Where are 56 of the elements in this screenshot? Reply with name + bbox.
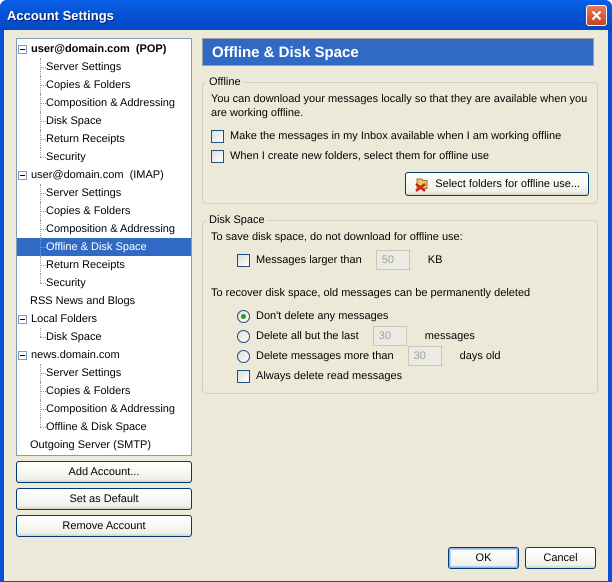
account-button[interactable]: Remove Account xyxy=(16,515,192,537)
tree-item[interactable]: Offline & Disk Space xyxy=(17,418,191,436)
window-title: Account Settings xyxy=(7,8,114,22)
tree-item[interactable]: Copies & Folders xyxy=(17,382,191,400)
tree-item[interactable]: Security xyxy=(17,274,191,292)
option-label: Don't delete any messages xyxy=(256,310,388,322)
tree-item[interactable]: Offline & Disk Space xyxy=(17,238,191,256)
group-legend: Offline xyxy=(206,76,244,88)
dialog-button[interactable]: OK xyxy=(448,547,519,569)
option-label: Delete messages more than xyxy=(256,350,394,362)
tree-item[interactable]: Disk Space xyxy=(17,112,191,130)
unit-label: KB xyxy=(428,254,442,266)
instruction-text: To recover disk space, old messages can be permanently deleted xyxy=(211,286,532,300)
tree-item[interactable]: Server Settings xyxy=(17,184,191,202)
checkbox[interactable] xyxy=(211,150,224,162)
dialog-button[interactable]: Cancel xyxy=(525,547,596,569)
collapse-icon[interactable] xyxy=(18,314,27,324)
radio-button[interactable] xyxy=(237,310,250,322)
collapse-icon[interactable] xyxy=(18,350,27,360)
panel-header: Offline & Disk Space xyxy=(202,38,594,66)
tree-item[interactable]: Local Folders xyxy=(17,310,191,328)
account-button[interactable]: Add Account... xyxy=(16,461,192,483)
option-label: Always delete read messages xyxy=(256,370,402,382)
unit-label: days old xyxy=(460,350,501,362)
folder-cross-icon xyxy=(414,176,430,192)
tree-item[interactable]: Copies & Folders xyxy=(17,202,191,220)
account-button[interactable]: Set as Default xyxy=(16,488,192,510)
tree-item[interactable]: Disk Space xyxy=(17,328,191,346)
tree-item[interactable]: Server Settings xyxy=(17,364,191,382)
tree-item[interactable]: Outgoing Server (SMTP) xyxy=(17,436,191,454)
checkbox-label: Messages larger than xyxy=(256,254,362,266)
checkbox-label: Make the messages in my Inbox available when I am working offline xyxy=(230,130,562,142)
tree-item[interactable]: user@domain.com (POP) xyxy=(17,40,191,58)
option-label: Delete all but the last xyxy=(256,330,359,342)
tree-item[interactable]: Return Receipts xyxy=(17,130,191,148)
description-text: You can download your messages locally so that they are available when you are working offline. xyxy=(211,92,588,120)
tree-item[interactable]: Security xyxy=(17,148,191,166)
tree-item[interactable]: RSS News and Blogs xyxy=(17,292,191,310)
select-folders-button[interactable]: Select folders for offline use... xyxy=(405,172,589,196)
checkbox-label: When I create new folders, select them for offline use xyxy=(230,150,490,162)
unit-label: messages xyxy=(424,330,475,342)
group-legend: Disk Space xyxy=(206,214,268,226)
close-icon xyxy=(591,10,602,20)
tree-item[interactable]: user@domain.com (IMAP) xyxy=(17,166,191,184)
checkbox[interactable] xyxy=(211,130,224,142)
collapse-icon[interactable] xyxy=(18,170,27,180)
tree-item[interactable]: Server Settings xyxy=(17,58,191,76)
tree-item[interactable]: Composition & Addressing xyxy=(17,400,191,418)
close-button[interactable] xyxy=(586,4,607,26)
checkbox[interactable] xyxy=(237,370,250,382)
tree-item[interactable]: Copies & Folders xyxy=(17,76,191,94)
tree-item[interactable]: Return Receipts xyxy=(17,256,191,274)
collapse-icon[interactable] xyxy=(18,44,27,54)
tree-item[interactable]: news.domain.com xyxy=(17,346,191,364)
instruction-text: To save disk space, do not download for offline use: xyxy=(211,230,464,244)
tree-item[interactable]: Composition & Addressing xyxy=(17,94,191,112)
